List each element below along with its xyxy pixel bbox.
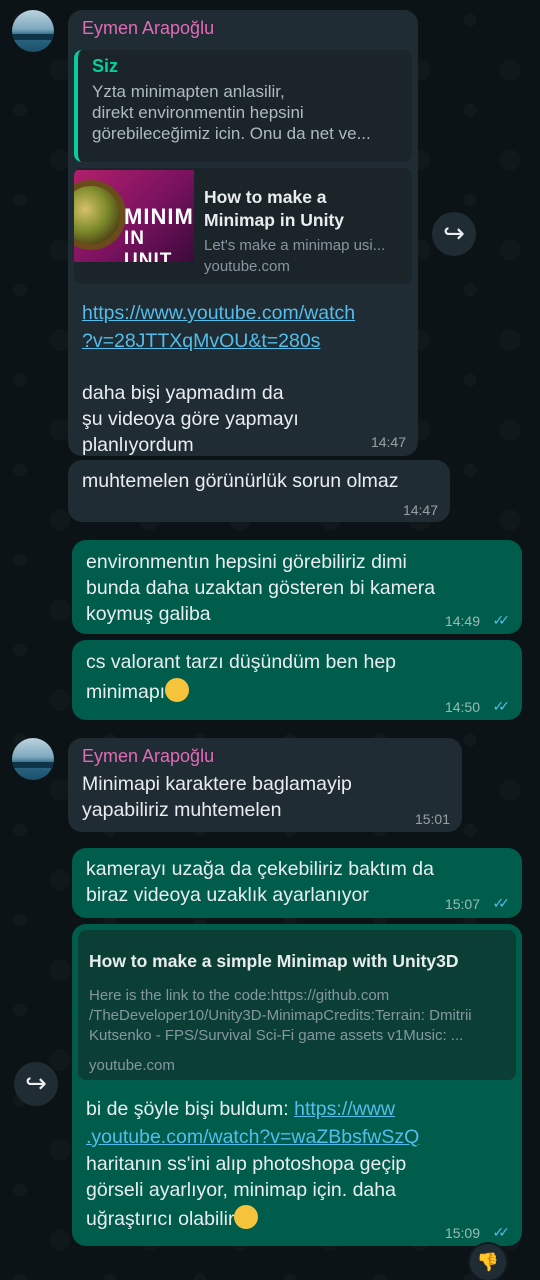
message-text: bunda daha uzaktan gösteren bi kamera — [86, 577, 436, 599]
preview-description: Here is the link to the code:https://git… — [89, 987, 390, 1004]
message-text: koymuş galiba — [86, 603, 211, 625]
message-text: yapabiliriz muhtemelen — [82, 799, 282, 821]
message-bubble-outgoing[interactable]: How to make a simple Minimap with Unity3… — [72, 924, 522, 1246]
preview-title: How to make a simple Minimap with Unity3… — [89, 951, 459, 971]
message-link[interactable]: ?v=28JTTXqMvOU&t=280s — [82, 328, 320, 354]
preview-description: Let's make a minimap usi... — [204, 237, 386, 254]
read-ticks-icon: ✓✓ — [492, 612, 511, 628]
message-text: bi de şöyle bişi buldum: — [86, 1098, 295, 1120]
minimap-globe-image — [74, 180, 126, 250]
message-text: şu videoya göre yapmayı — [82, 408, 299, 430]
thumbs-down-reaction-icon[interactable]: 👎 — [468, 1242, 508, 1280]
quote-line: Yzta minimapten anlasilir, — [92, 82, 285, 101]
message-bubble-incoming[interactable]: Eymen Arapoğlu Siz Yzta minimapten anlas… — [68, 10, 418, 456]
preview-description: /TheDeveloper10/Unity3D-MinimapCredits:T… — [89, 1007, 472, 1024]
message-time: 15:01 — [414, 811, 450, 827]
quote-line: direkt environmentin hepsini — [92, 103, 304, 122]
message-link[interactable]: https://www.youtube.com/watch — [82, 300, 355, 326]
message-bubble-outgoing[interactable]: environmentın hepsini görebiliriz dimi b… — [72, 540, 522, 634]
message-text: uğraştırıcı olabilir — [86, 1208, 235, 1230]
sender-avatar[interactable] — [12, 10, 54, 52]
forward-icon[interactable]: ↪ — [432, 212, 476, 256]
message-text: cs valorant tarzı düşündüm ben hep — [86, 651, 397, 673]
message-bubble-outgoing[interactable]: cs valorant tarzı düşündüm ben hep minim… — [72, 640, 522, 720]
message-text: planlıyordum — [82, 434, 194, 456]
message-time: 15:09 — [444, 1225, 480, 1241]
message-bubble-outgoing[interactable]: kamerayı uzağa da çekebiliriz baktım da … — [72, 848, 522, 918]
preview-title: How to make a — [204, 187, 327, 207]
message-text: Minimapi karaktere baglamayip — [82, 773, 352, 795]
thumbnail-text: MINIM — [124, 204, 194, 229]
link-preview-card[interactable]: MINIM IN UNIT How to make a Minimap in U… — [74, 168, 412, 284]
read-ticks-icon: ✓✓ — [492, 698, 511, 714]
message-time: 14:47 — [370, 434, 406, 450]
message-text-row: minimapı — [86, 678, 190, 705]
message-link[interactable]: .youtube.com/watch?v=waZBbsfwSzQ — [86, 1124, 419, 1150]
message-text: minimapı — [86, 681, 166, 703]
message-text: görseli ayarlıyor, minimap için. daha — [86, 1179, 396, 1201]
thumbnail-text: IN UNIT — [124, 228, 173, 262]
sender-avatar[interactable] — [12, 738, 54, 780]
message-bubble-incoming[interactable]: muhtemelen görünürlük sorun olmaz 14:47 — [68, 460, 450, 522]
message-text: biraz videoya uzaklık ayarlanıyor — [86, 884, 369, 906]
preview-title: Minimap in Unity — [204, 210, 344, 230]
preview-site: youtube.com — [204, 258, 290, 275]
message-link[interactable]: https://www — [294, 1098, 395, 1120]
message-time: 14:49 — [444, 613, 480, 629]
preview-site: youtube.com — [89, 1057, 175, 1074]
laughing-emoji-icon — [165, 678, 190, 702]
message-text: kamerayı uzağa da çekebiliriz baktım da — [86, 858, 434, 880]
video-thumbnail: MINIM IN UNIT — [74, 170, 194, 262]
message-text: environmentın hepsini görebiliriz dimi — [86, 551, 407, 573]
message-bubble-incoming[interactable]: Eymen Arapoğlu Minimapi karaktere baglam… — [68, 738, 462, 832]
quote-line: görebileceğimiz icin. Onu da net ve... — [92, 124, 371, 143]
message-time: 14:50 — [444, 699, 480, 715]
forward-icon[interactable]: ↪ — [14, 1062, 58, 1106]
message-text: haritanın ss'ini alıp photoshopa geçip — [86, 1153, 407, 1175]
message-text: muhtemelen görünürlük sorun olmaz — [82, 470, 399, 492]
message-text-row: bi de şöyle bişi buldum: https://www — [86, 1096, 395, 1122]
message-text-row: uğraştırıcı olabilir — [86, 1205, 259, 1232]
quote-author: Siz — [92, 56, 119, 76]
link-preview-card[interactable]: How to make a simple Minimap with Unity3… — [78, 930, 516, 1080]
sender-name[interactable]: Eymen Arapoğlu — [82, 746, 214, 767]
read-ticks-icon: ✓✓ — [492, 1224, 511, 1240]
preview-description: Kutsenko - FPS/Survival Sci-Fi game asse… — [89, 1027, 464, 1044]
grimacing-emoji-icon — [234, 1205, 259, 1229]
message-time: 15:07 — [444, 896, 480, 912]
read-ticks-icon: ✓✓ — [492, 895, 511, 911]
quoted-message[interactable]: Siz Yzta minimapten anlasilir, direkt en… — [74, 50, 412, 162]
sender-name[interactable]: Eymen Arapoğlu — [82, 18, 214, 39]
message-text: daha bişi yapmadım da — [82, 382, 284, 404]
message-time: 14:47 — [402, 502, 438, 518]
